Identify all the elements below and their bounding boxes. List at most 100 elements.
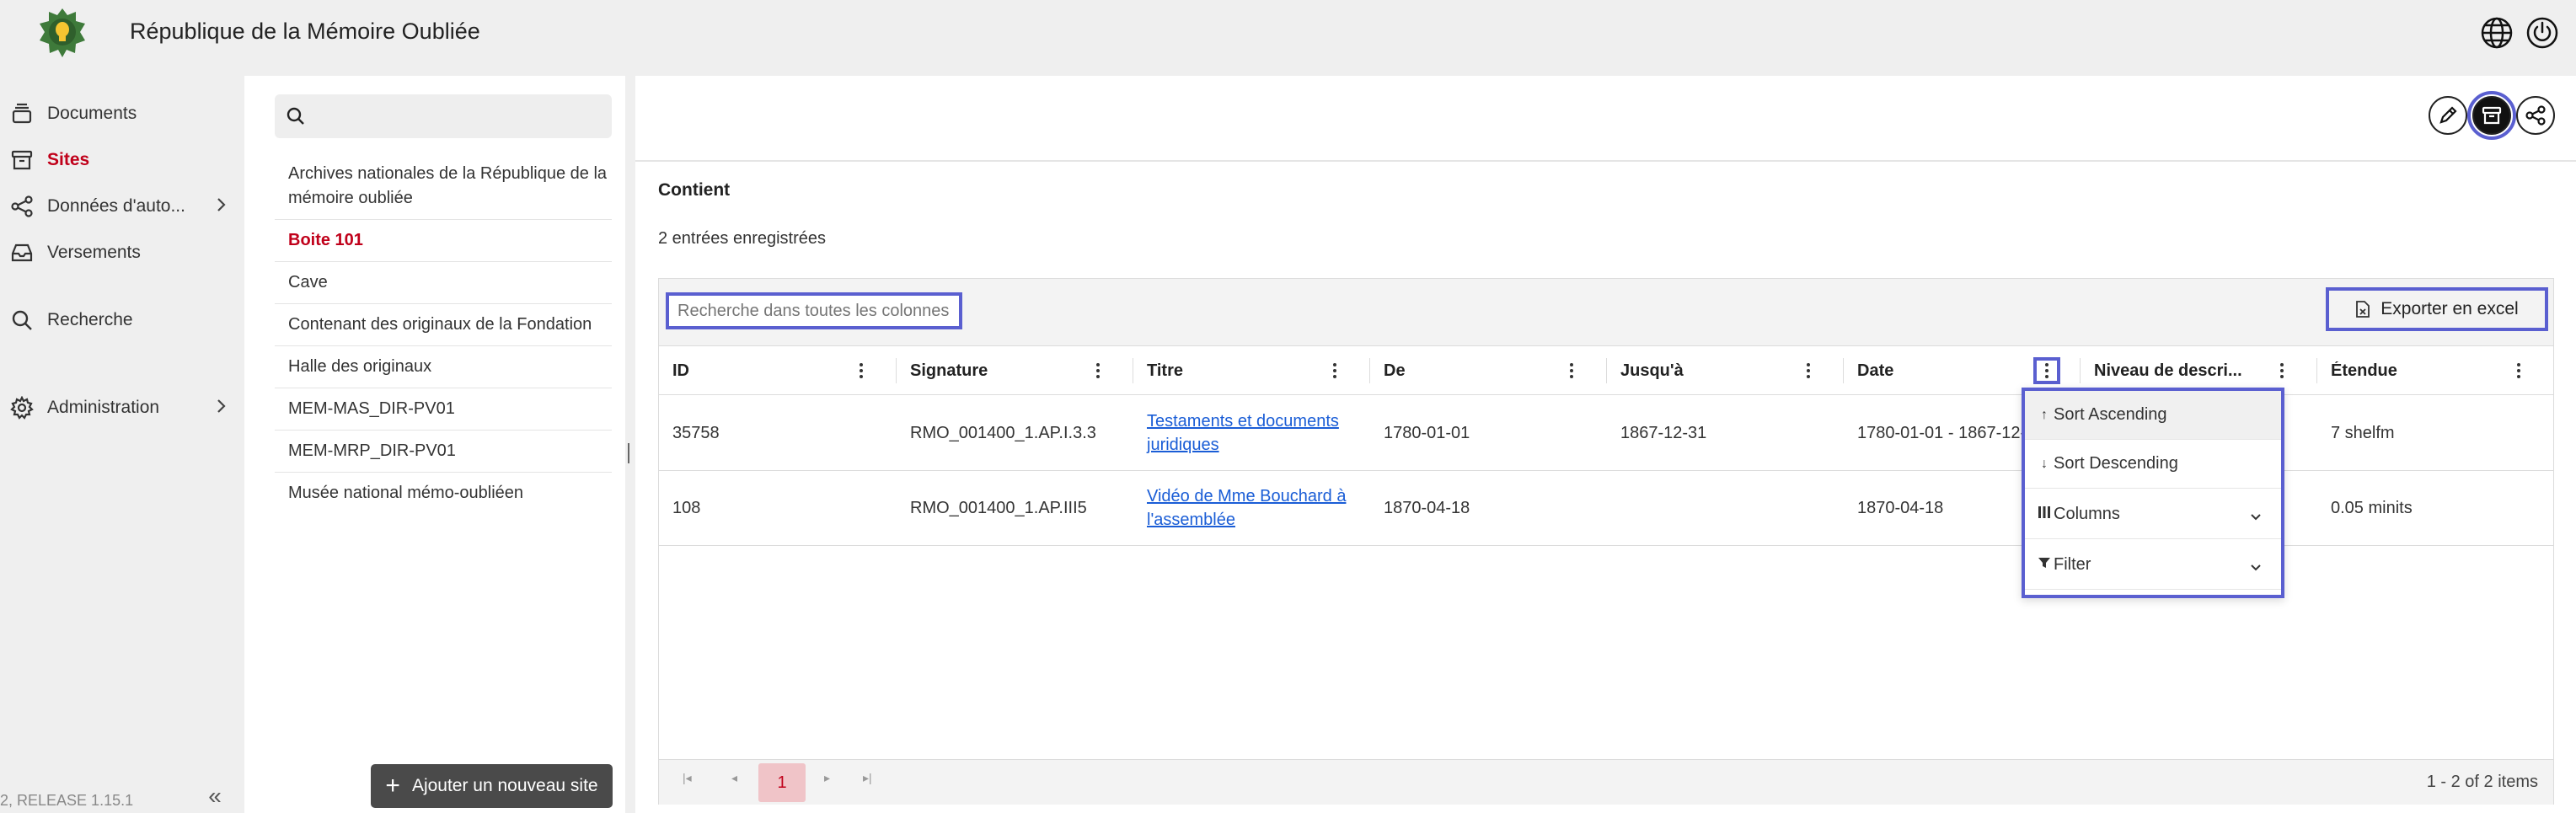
site-item[interactable]: Contenant des originaux de la Fondation (275, 304, 612, 346)
site-search-input[interactable] (313, 101, 600, 131)
main-content: Contient 2 entrées enregistrées Exporter… (635, 76, 2576, 813)
share-button[interactable] (2516, 96, 2555, 135)
column-menu-icon[interactable] (1561, 360, 1583, 382)
filter-icon (2035, 556, 2054, 574)
menu-item-label: Columns (2054, 505, 2120, 523)
columns-icon (2035, 505, 2054, 523)
nav-item-versements[interactable]: Versements (8, 234, 236, 271)
app-logo-icon[interactable] (37, 7, 88, 59)
column-label: De (1384, 361, 1406, 380)
next-page-icon[interactable]: ▸ (824, 771, 830, 785)
nav-item-documents[interactable]: Documents (8, 95, 236, 132)
cell-titre: Testaments et documents juridiques (1133, 396, 1370, 470)
sort-ascending-item[interactable]: ↑ Sort Ascending (2025, 391, 2281, 440)
site-item-selected[interactable]: Boite 101 (275, 220, 612, 262)
cell-de: 1870-04-18 (1384, 499, 1470, 517)
column-label: Signature (910, 361, 988, 380)
site-item[interactable]: MEM-MRP_DIR-PV01 (275, 431, 612, 473)
column-label: Niveau de descri... (2094, 361, 2242, 380)
nav-item-administration[interactable]: Administration (8, 389, 236, 426)
cell-jusqua (1607, 471, 1844, 545)
site-item[interactable]: Cave (275, 262, 612, 304)
column-menu-icon[interactable] (1324, 360, 1346, 382)
pagination-info: 1 - 2 of 2 items (2426, 773, 2538, 791)
menu-item-label: Sort Descending (2054, 454, 2178, 473)
column-menu-icon[interactable] (2271, 360, 2293, 382)
grid-pagination: |◂ ◂ 1 ▸ ▸| 1 - 2 of 2 items (659, 759, 2553, 805)
site-list-panel: Archives nationales de la République de … (244, 76, 625, 813)
column-label: Jusqu'à (1620, 361, 1684, 380)
column-menu-icon[interactable] (2508, 360, 2530, 382)
export-excel-button[interactable]: Exporter en excel (2326, 287, 2548, 331)
version-label: 2, RELEASE 1.15.1 (0, 792, 134, 809)
cell-id: 35758 (672, 424, 720, 442)
cell-etendue: 7 shelfm (2331, 424, 2395, 442)
cell-titre: Vidéo de Mme Bouchard à l'assemblée (1133, 471, 1370, 545)
nav-item-label: Données d'auto... (47, 196, 185, 216)
cell-jusqua: 1867-12-31 (1620, 424, 1707, 442)
cell-signature: RMO_001400_1.AP.III5 (910, 499, 1087, 517)
first-page-icon[interactable]: |◂ (683, 771, 692, 785)
add-site-label: Ajouter un nouveau site (411, 776, 598, 795)
collapse-sidebar-button[interactable]: « (202, 783, 228, 809)
divider (635, 160, 2576, 162)
edit-button[interactable] (2429, 96, 2467, 135)
column-label: Date (1857, 361, 1894, 380)
chevron-down-icon (2249, 509, 2263, 528)
site-item[interactable]: MEM-MAS_DIR-PV01 (275, 388, 612, 431)
chevron-right-icon (212, 196, 229, 217)
prev-page-icon[interactable]: ◂ (731, 771, 737, 785)
cell-etendue: 0.05 minits (2331, 499, 2413, 517)
search-icon (8, 307, 35, 334)
last-page-icon[interactable]: ▸| (863, 771, 872, 785)
search-icon (287, 107, 304, 125)
splitter-grip[interactable] (628, 443, 629, 463)
nav-item-authority-data[interactable]: Données d'auto... (8, 188, 236, 225)
sidebar-nav: Documents Sites Données d'auto... Versem… (0, 69, 244, 813)
arrow-up-icon: ↑ (2041, 407, 2048, 422)
share-nodes-icon (8, 193, 35, 220)
add-site-button[interactable]: + Ajouter un nouveau site (371, 764, 613, 808)
grid-toolbar: Exporter en excel (659, 279, 2553, 346)
documents-icon (8, 100, 35, 127)
panel-splitter[interactable] (625, 76, 635, 813)
menu-item-label: Sort Ascending (2054, 405, 2167, 424)
power-icon[interactable] (2525, 15, 2560, 51)
cell-signature: RMO_001400_1.AP.I.3.3 (910, 424, 1096, 442)
site-item[interactable]: Halle des originaux (275, 346, 612, 388)
globe-icon[interactable] (2479, 15, 2514, 51)
inbox-icon (8, 239, 35, 266)
nav-item-label: Sites (47, 150, 90, 169)
record-title-link[interactable]: Testaments et documents juridiques (1147, 409, 1370, 457)
section-title: Contient (658, 180, 731, 200)
nav-item-sites[interactable]: Sites (8, 142, 236, 179)
site-list: Archives nationales de la République de … (275, 153, 612, 514)
columns-item[interactable]: Columns (2025, 490, 2281, 539)
column-label: Titre (1147, 361, 1183, 380)
site-item[interactable]: Archives nationales de la République de … (275, 153, 612, 220)
file-excel-icon (2356, 301, 2370, 318)
archive-button[interactable] (2467, 91, 2516, 140)
column-label: ID (672, 361, 689, 380)
site-search (275, 94, 612, 138)
archive-box-icon (2482, 106, 2502, 125)
column-menu-icon-active[interactable] (2033, 357, 2060, 384)
chevron-down-icon (2249, 559, 2263, 579)
arrow-down-icon: ↓ (2041, 456, 2048, 471)
export-label: Exporter en excel (2381, 299, 2519, 318)
column-menu-icon[interactable] (1797, 360, 1819, 382)
page-number-button[interactable]: 1 (758, 763, 806, 802)
column-menu-icon[interactable] (850, 360, 872, 382)
column-menu-icon[interactable] (1087, 360, 1109, 382)
column-label: Étendue (2331, 361, 2397, 380)
site-item[interactable]: Musée national mémo-oubliéen (275, 473, 612, 514)
sort-descending-item[interactable]: ↓ Sort Descending (2025, 440, 2281, 489)
filter-item[interactable]: Filter (2025, 541, 2281, 590)
nav-item-recherche[interactable]: Recherche (8, 302, 236, 339)
grid-search-input[interactable] (666, 292, 962, 329)
nav-item-label: Recherche (47, 310, 133, 329)
menu-item-label: Filter (2054, 555, 2091, 574)
app-title: République de la Mémoire Oubliée (130, 19, 480, 44)
cell-de: 1780-01-01 (1384, 424, 1470, 442)
record-title-link[interactable]: Vidéo de Mme Bouchard à l'assemblée (1147, 484, 1370, 532)
